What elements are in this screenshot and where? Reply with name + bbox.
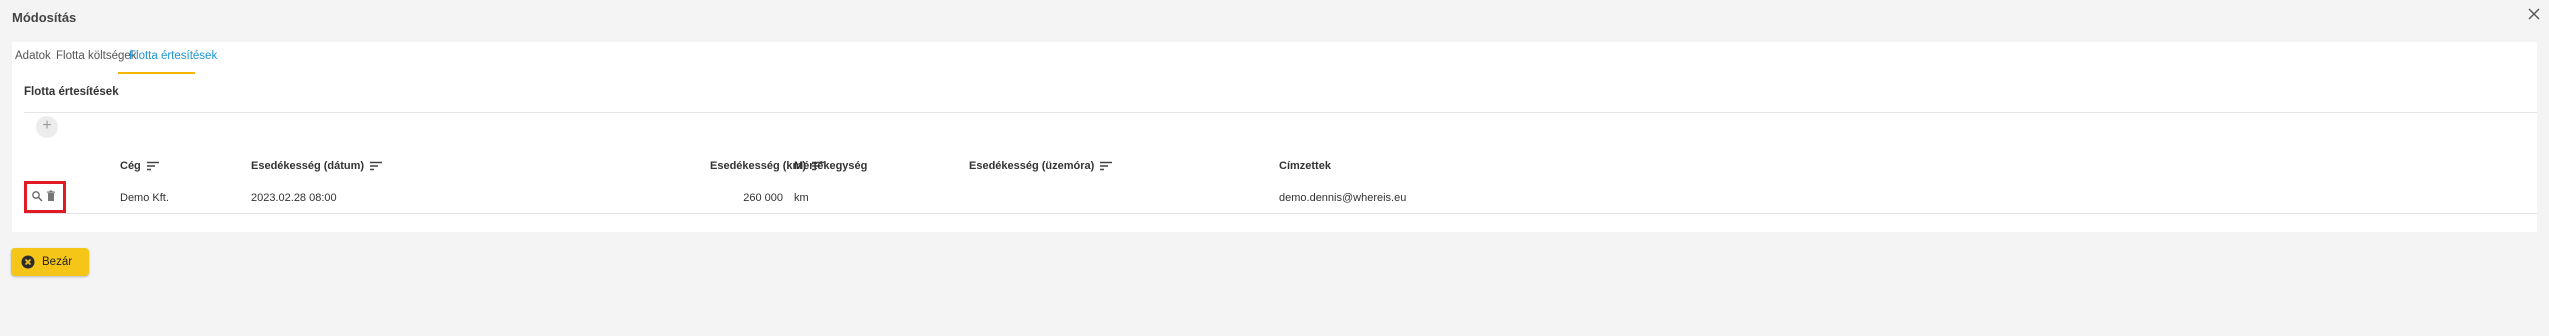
active-tab-indicator: [118, 72, 195, 74]
tab-adatok[interactable]: Adatok: [15, 50, 51, 70]
column-label: Cég: [120, 160, 141, 172]
cell-mertekegyseg: km: [794, 192, 809, 204]
tab-bar: Adatok Flotta költségek Flotta értesítés…: [12, 42, 2537, 74]
column-header-esedekesseg-datum: Esedékesség (dátum): [251, 160, 383, 172]
search-icon[interactable]: [31, 190, 43, 202]
column-header-mertekegyseg: Mértékegység: [794, 160, 867, 172]
header-divider: [24, 112, 2537, 113]
close-button-label: Bezár: [42, 256, 73, 268]
column-label: Címzettek: [1279, 160, 1331, 172]
row-divider: [24, 213, 2537, 214]
row-actions-highlight: [24, 181, 66, 213]
cell-esedekesseg-km: 260 000: [743, 192, 783, 204]
column-header-esedekesseg-uzemora: Esedékesség (üzemóra): [969, 160, 1113, 172]
tab-flotta-koltsegek[interactable]: Flotta költségek: [56, 50, 137, 70]
trash-icon[interactable]: [45, 190, 57, 202]
cell-ceg: Demo Kft.: [120, 192, 169, 204]
cell-cimzettek: demo.dennis@whereis.eu: [1279, 192, 1407, 204]
sort-icon[interactable]: [1100, 161, 1113, 171]
dialog-panel: Adatok Flotta költségek Flotta értesítés…: [12, 42, 2537, 232]
sort-icon[interactable]: [146, 161, 159, 171]
close-icon[interactable]: [2526, 6, 2542, 22]
column-label: Esedékesség (dátum): [251, 160, 365, 172]
cell-esedekesseg-datum: 2023.02.28 08:00: [251, 192, 337, 204]
dialog-title: Módosítás: [12, 10, 77, 25]
column-label: Mértékegység: [794, 160, 868, 172]
column-label: Esedékesség (üzemóra): [969, 160, 1095, 172]
add-notification-button[interactable]: +: [36, 116, 58, 138]
tab-flotta-ertesitesek[interactable]: Flotta értesítések: [129, 50, 217, 70]
close-circle-icon: [21, 255, 35, 269]
plus-icon: +: [42, 117, 52, 134]
column-header-ceg: Cég: [120, 160, 159, 172]
sort-icon[interactable]: [370, 161, 383, 171]
edit-dialog: Módosítás Adatok Flotta költségek Flotta…: [0, 0, 2549, 336]
column-label: Esedékesség (km): [710, 160, 806, 172]
column-header-cimzettek: Címzettek: [1279, 160, 1331, 172]
section-title: Flotta értesítések: [24, 86, 119, 98]
close-button[interactable]: Bezár: [11, 248, 89, 276]
